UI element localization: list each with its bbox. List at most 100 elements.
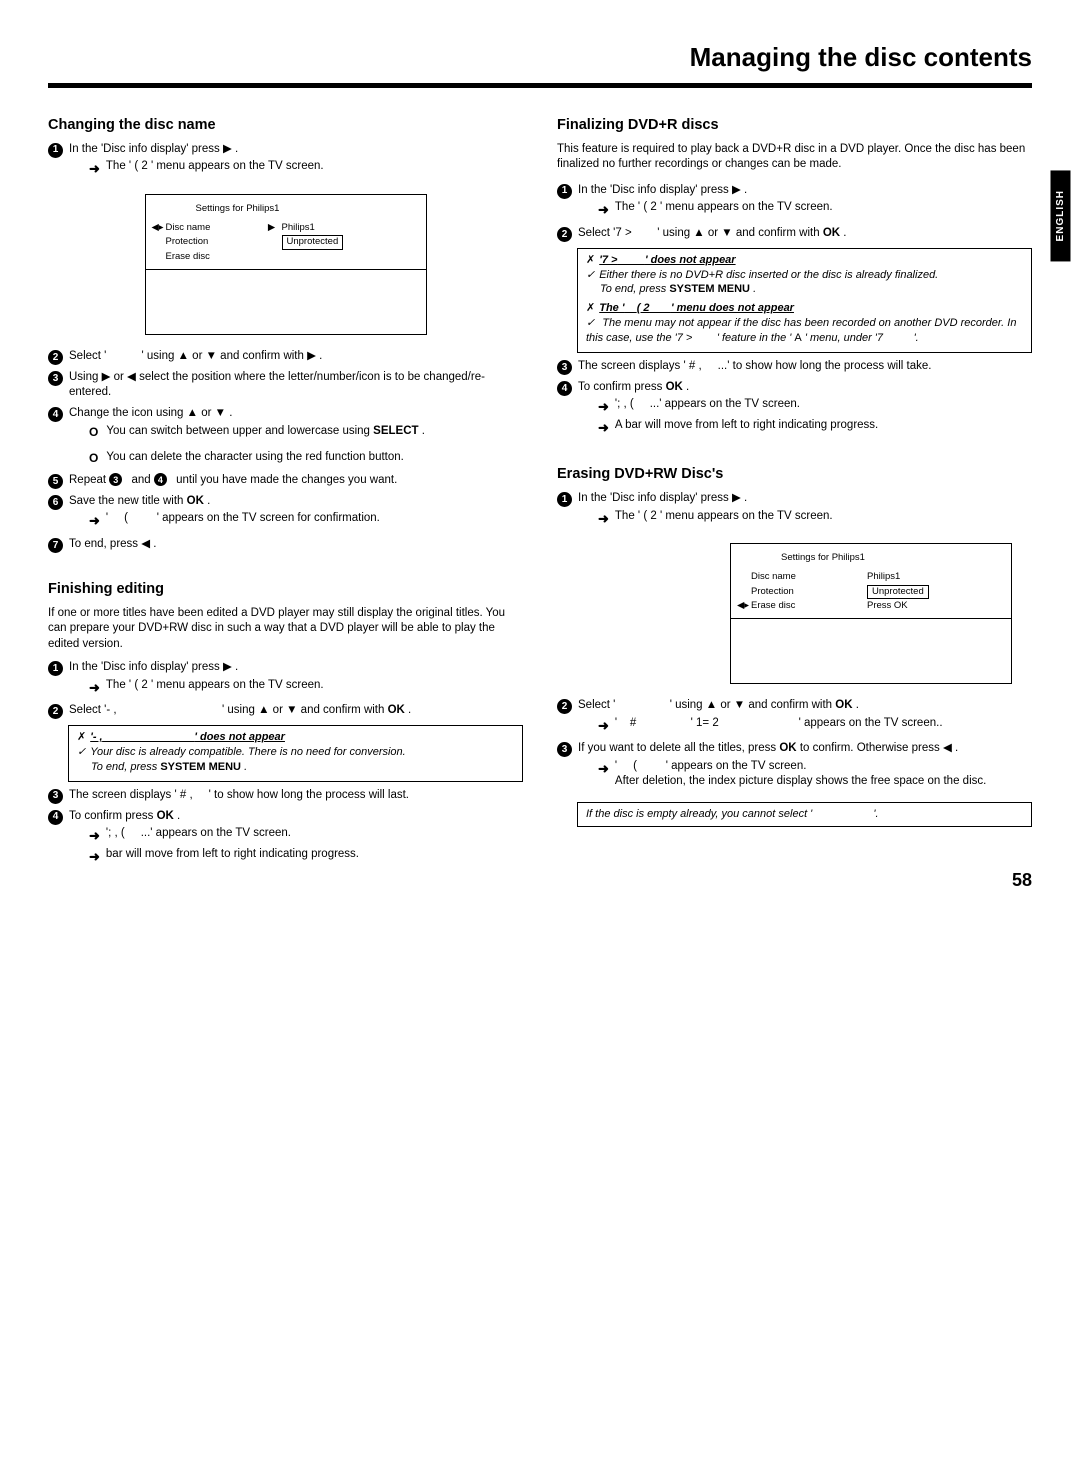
text: until you have made the changes you want… xyxy=(176,474,397,486)
text: ' using ▲ or ▼ and confirm with xyxy=(222,704,388,716)
heading-finalizing: Finalizing DVD+R discs xyxy=(557,116,1032,136)
ok-label: OK xyxy=(835,699,852,711)
heading-finishing: Finishing editing xyxy=(48,580,523,600)
text: ( xyxy=(124,512,128,524)
finishing-step-2: 2 Select '- , ' using ▲ or ▼ and confirm… xyxy=(48,703,523,719)
screenshot-row: ◀▸ Disc name ▶ Philips1 xyxy=(152,222,420,235)
intro-text: If one or more titles have been edited a… xyxy=(48,606,523,653)
select-label: SELECT xyxy=(373,425,418,437)
text: . xyxy=(422,425,425,437)
changing-step-4: 4 Change the icon using ▲ or ▼ . O You c… xyxy=(48,406,523,468)
changing-step-7: 7 To end, press ◀ . xyxy=(48,537,523,553)
screenshot-row: ◀▸ Erase disc Press OK xyxy=(737,600,1005,613)
settings-screenshot: Settings for Philips1 Disc name Philips1… xyxy=(730,543,1012,684)
finishing-step-1: 1 In the 'Disc info display' press ▶ . ➜… xyxy=(48,660,523,698)
page-number: 58 xyxy=(1012,868,1032,892)
text: In the 'Disc info display' press ▶ . xyxy=(69,661,238,673)
text: ' using ▲ or ▼ and confirm with xyxy=(670,699,836,711)
text: ' menu appears on the TV screen. xyxy=(151,160,324,172)
text: . xyxy=(753,283,756,295)
text: You can delete the character using the r… xyxy=(106,450,523,466)
arrow-right-icon: ➜ xyxy=(598,398,609,416)
text: ...' appears on the TV screen. xyxy=(650,398,800,410)
arrow-right-icon: ➜ xyxy=(598,201,609,219)
text: . xyxy=(207,495,210,507)
step-number-icon: 3 xyxy=(557,742,572,757)
arrow-right-icon: ➜ xyxy=(89,512,100,530)
system-menu-label: SYSTEM MENU xyxy=(669,283,750,295)
step-number-icon: 3 xyxy=(48,789,63,804)
text: If you want to delete all the titles, pr… xyxy=(578,742,779,754)
erasing-step-1: 1 In the 'Disc info display' press ▶ . ➜… xyxy=(557,491,1032,529)
finalizing-step-3: 3 The screen displays ' # , ...' to show… xyxy=(557,359,1032,375)
text: ' 1= 2 xyxy=(691,717,719,729)
text: bar will move from left to right indicat… xyxy=(106,847,523,863)
text: ' using ▲ or ▼ and confirm with xyxy=(657,227,823,239)
text: ' to show how long the process will last… xyxy=(209,789,409,801)
text: ( 2 xyxy=(643,510,656,522)
text: # xyxy=(630,717,636,729)
text: ...' appears on the TV screen. xyxy=(141,827,291,839)
text: . xyxy=(244,761,247,773)
text: The ' xyxy=(615,510,640,522)
text: . xyxy=(408,704,411,716)
text: You can switch between upper and lowerca… xyxy=(106,425,373,437)
finalizing-step-4: 4 To confirm press OK . ➜ '; , ( ...' ap… xyxy=(557,380,1032,439)
text: and xyxy=(131,474,153,486)
text: '; , ( xyxy=(615,398,634,410)
text: To end, press ◀ . xyxy=(69,537,523,553)
step-number-icon: 3 xyxy=(557,360,572,375)
text: In the 'Disc info display' press ▶ . xyxy=(578,184,747,196)
step-number-icon: 6 xyxy=(48,495,63,510)
text: To confirm press xyxy=(69,810,157,822)
bullet-icon: O xyxy=(89,450,98,466)
changing-step-5: 5 Repeat 3 and 4 until you have made the… xyxy=(48,473,523,489)
step-number-icon: 1 xyxy=(48,661,63,676)
text: ' xyxy=(615,760,617,772)
text: The ' xyxy=(106,679,131,691)
text: After deletion, the index picture displa… xyxy=(615,775,986,787)
step-number-icon: 3 xyxy=(48,371,63,386)
arrow-right-icon: ➜ xyxy=(89,848,100,866)
step-number-icon: 2 xyxy=(48,704,63,719)
step-number-icon: 1 xyxy=(48,143,63,158)
right-column: Finalizing DVD+R discs This feature is r… xyxy=(557,116,1032,872)
text: The menu may not appear if the disc has … xyxy=(586,317,1016,344)
screenshot-title: Settings for Philips1 xyxy=(196,203,420,216)
text: Using ▶ or ◀ select the position where t… xyxy=(69,370,523,401)
text: ' xyxy=(106,512,108,524)
text: Select '- , xyxy=(69,704,117,716)
page-title: Managing the disc contents xyxy=(48,40,1032,88)
text: Select ' xyxy=(578,699,615,711)
finalizing-step-2: 2 Select '7 > ' using ▲ or ▼ and confirm… xyxy=(557,226,1032,242)
changing-step-6: 6 Save the new title with OK . ➜ ' ( ' a… xyxy=(48,494,523,532)
intro-text: This feature is required to play back a … xyxy=(557,142,1032,173)
step-number-icon: 7 xyxy=(48,538,63,553)
step-number-icon: 4 xyxy=(48,407,63,422)
arrow-right-icon: ➜ xyxy=(598,717,609,735)
text: ' menu appears on the TV screen. xyxy=(660,201,833,213)
arrow-right-icon: ➜ xyxy=(598,510,609,528)
text: # , xyxy=(180,789,193,801)
finishing-step-4: 4 To confirm press OK . ➜ '; , ( ...' ap… xyxy=(48,809,523,868)
text: ( xyxy=(633,760,637,772)
text: '. xyxy=(914,332,919,344)
arrow-right-icon: ➜ xyxy=(598,760,609,778)
text: The ' xyxy=(615,201,640,213)
text: ...' to show how long the process will t… xyxy=(718,360,932,372)
text: '; , ( xyxy=(106,827,125,839)
screenshot-row: Disc name Philips1 xyxy=(737,571,1005,584)
troubleshoot-box: ✗'- , ' does not appear ✓Your disc is al… xyxy=(68,725,523,782)
text: ( 2 xyxy=(643,201,656,213)
text: ' xyxy=(615,717,617,729)
arrow-right-icon: ➜ xyxy=(89,160,100,178)
text: ' menu appears on the TV screen. xyxy=(151,679,324,691)
erasing-step-3: 3 If you want to delete all the titles, … xyxy=(557,741,1032,792)
step-number-icon: 5 xyxy=(48,474,63,489)
text: The screen displays ' xyxy=(578,360,686,372)
step-number-icon: 4 xyxy=(557,381,572,396)
text: . xyxy=(843,227,846,239)
screenshot-row: Protection Unprotected xyxy=(152,235,420,250)
step-number-icon: 4 xyxy=(48,810,63,825)
step-number-icon: 3 xyxy=(109,473,122,486)
